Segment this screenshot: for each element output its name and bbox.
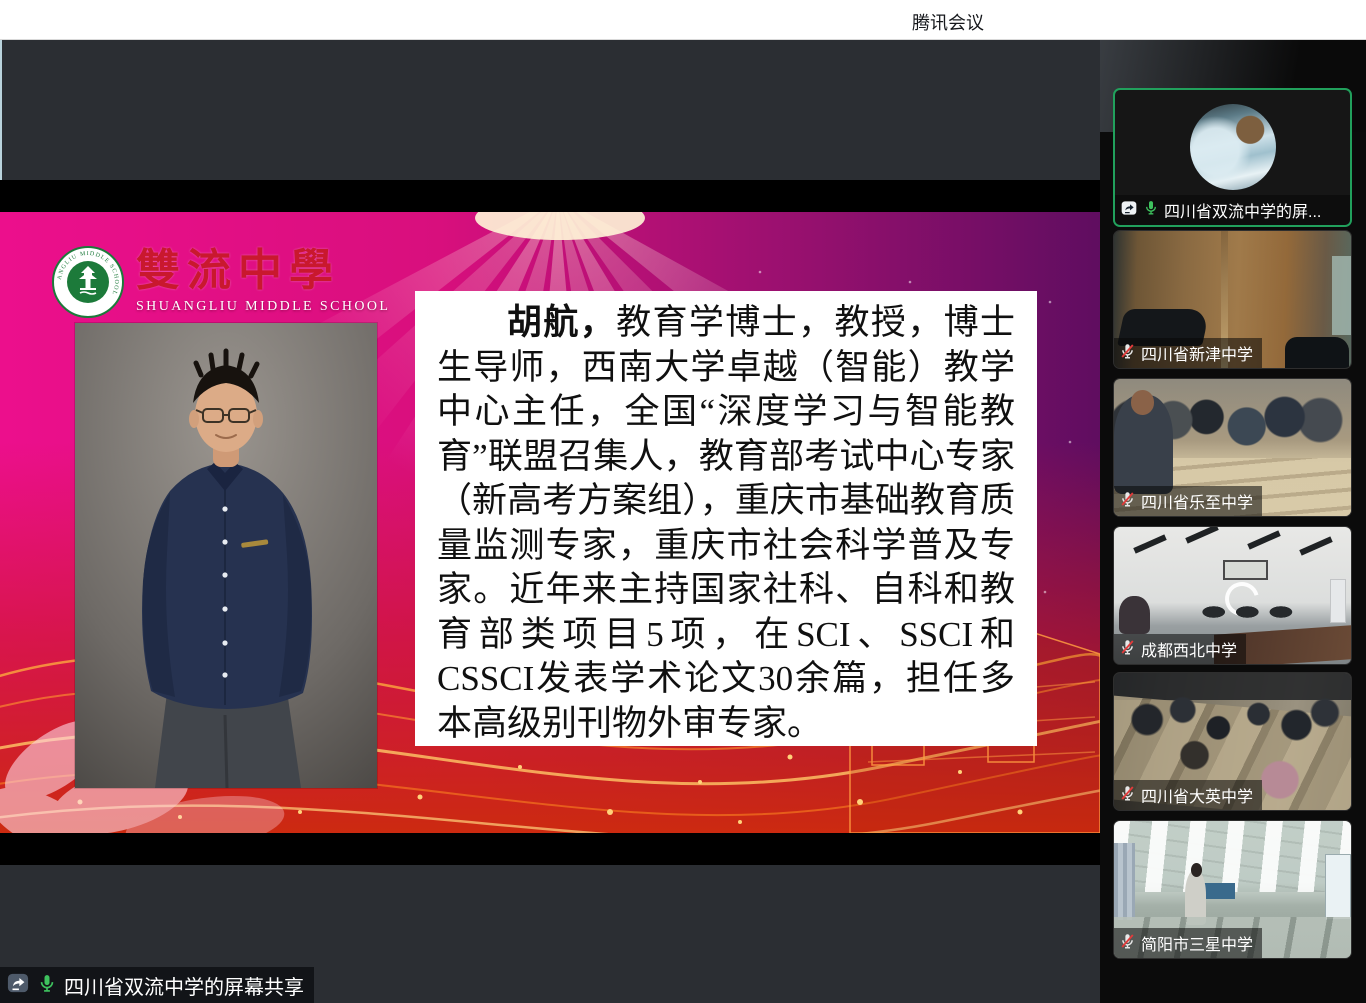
video-decor	[1223, 560, 1268, 581]
participant-tile-daying[interactable]: 四川省大英中学	[1113, 672, 1352, 811]
video-decor	[1330, 579, 1347, 623]
speaker-bio-text: 胡航，教育学博士，教授，博士生导师，西南大学卓越（智能）教学中心主任，全国“深度…	[437, 301, 1015, 746]
shared-screen-frame: SHUANGLIU MIDDLE SCHOOL 雙流中學 SHUANGLIU M…	[0, 180, 1100, 865]
participant-name: 四川省大英中学	[1141, 783, 1253, 807]
presentation-slide: SHUANGLIU MIDDLE SCHOOL 雙流中學 SHUANGLIU M…	[0, 212, 1100, 833]
video-decor	[1332, 256, 1351, 335]
video-decor	[1202, 883, 1235, 899]
participant-tile-xibei[interactable]: 成都西北中学	[1113, 526, 1352, 665]
video-decor	[1247, 530, 1281, 549]
screen-share-icon	[6, 972, 30, 999]
participant-name: 成都西北中学	[1141, 637, 1237, 661]
school-name: 雙流中學 SHUANGLIU MIDDLE SCHOOL	[136, 246, 390, 315]
video-decor	[1325, 854, 1351, 920]
app-title: 腾讯会议	[912, 9, 984, 35]
meeting-window: 腾讯会议	[0, 0, 1366, 1003]
screen-share-banner-label: 四川省双流中学的屏幕共享	[64, 971, 304, 1000]
microphone-muted-icon	[1119, 342, 1136, 365]
video-decor	[1114, 843, 1135, 920]
microphone-muted-icon	[1119, 490, 1136, 513]
microphone-muted-icon	[1119, 784, 1136, 807]
speaker-bio-body: 教育学博士，教授，博士生导师，西南大学卓越（智能）教学中心主任，全国“深度学习与…	[437, 303, 1015, 743]
microphone-muted-icon	[1119, 638, 1136, 661]
video-decor	[1114, 821, 1351, 892]
edge-highlight	[0, 40, 2, 180]
participant-avatar	[1190, 104, 1276, 190]
participants-sidebar: 四川省双流中学的屏...	[1100, 40, 1366, 1003]
microphone-on-icon	[1143, 199, 1159, 221]
participant-name-bar: 简阳市三星中学	[1114, 928, 1262, 958]
participant-tile-sanxing[interactable]: 简阳市三星中学	[1113, 820, 1352, 959]
participant-name-bar: 四川省乐至中学	[1114, 486, 1262, 516]
window-titlebar: 腾讯会议	[0, 0, 1366, 40]
participant-name-bar: 四川省新津中学	[1114, 338, 1262, 368]
school-emblem-icon: SHUANGLIU MIDDLE SCHOOL	[52, 246, 124, 318]
participant-name: 四川省新津中学	[1141, 341, 1253, 365]
video-decor	[1133, 534, 1167, 553]
video-decor	[1119, 596, 1150, 634]
participant-name-bar: 四川省双流中学的屏...	[1115, 195, 1350, 225]
video-decor	[1285, 337, 1349, 369]
video-decor	[1131, 390, 1155, 415]
microphone-muted-icon	[1119, 932, 1136, 955]
speaker-portrait-photo	[75, 323, 377, 788]
speaker-bio-box: 胡航，教育学博士，教授，博士生导师，西南大学卓越（智能）教学中心主任，全国“深度…	[415, 291, 1037, 746]
screen-share-icon	[1120, 200, 1138, 221]
participant-name-bar: 四川省大英中学	[1114, 780, 1262, 810]
participant-tile-lezhi[interactable]: 四川省乐至中学	[1113, 378, 1352, 517]
school-name-zh: 雙流中學	[136, 246, 390, 296]
school-logo: SHUANGLIU MIDDLE SCHOOL 雙流中學 SHUANGLIU M…	[52, 246, 390, 318]
shared-screen-area: SHUANGLIU MIDDLE SCHOOL 雙流中學 SHUANGLIU M…	[0, 40, 1100, 1003]
speaker-name: 胡航，	[507, 303, 616, 342]
school-name-en: SHUANGLIU MIDDLE SCHOOL	[136, 299, 390, 315]
video-decor	[1299, 537, 1333, 556]
video-decor	[1199, 605, 1303, 619]
participant-tile-xinjin[interactable]: 四川省新津中学	[1113, 230, 1352, 369]
participant-name: 简阳市三星中学	[1141, 931, 1253, 955]
participant-name: 四川省乐至中学	[1141, 489, 1253, 513]
screen-share-banner: 四川省双流中学的屏幕共享	[0, 967, 314, 1003]
microphone-on-icon	[37, 972, 57, 999]
participant-tile-shuangliu[interactable]: 四川省双流中学的屏...	[1113, 88, 1352, 227]
participant-name-bar: 成都西北中学	[1114, 634, 1246, 664]
video-decor	[1185, 526, 1219, 544]
participant-name: 四川省双流中学的屏...	[1164, 198, 1321, 222]
